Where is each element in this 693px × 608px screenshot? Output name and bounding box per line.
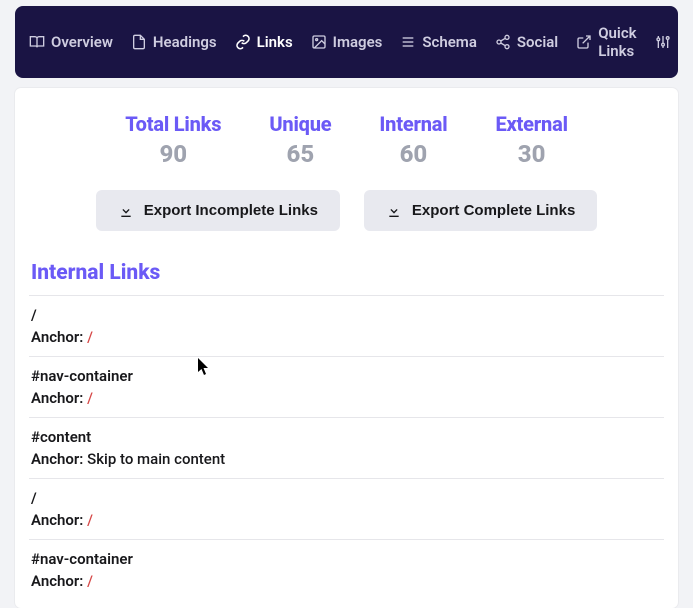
anchor-label: Anchor: xyxy=(31,389,87,407)
link-row: #content Anchor: Skip to main content xyxy=(29,417,664,478)
anchor-value: / xyxy=(87,572,93,590)
anchor-label: Anchor: xyxy=(31,328,87,346)
export-incomplete-button[interactable]: Export Incomplete Links xyxy=(96,190,340,231)
link-anchor-line: Anchor: / xyxy=(31,328,662,346)
stat-label: Total Links xyxy=(125,112,221,136)
anchor-value: / xyxy=(87,328,93,346)
anchor-label: Anchor: xyxy=(31,572,87,590)
top-nav-bar: Overview Headings Links Images Schema So… xyxy=(15,6,678,78)
stat-value: 90 xyxy=(125,140,221,168)
file-icon xyxy=(131,34,147,50)
link-url[interactable]: #nav-container xyxy=(31,367,662,385)
anchor-label: Anchor: xyxy=(31,450,87,468)
link-anchor-line: Anchor: Skip to main content xyxy=(31,450,662,468)
anchor-label: Anchor: xyxy=(31,511,87,529)
section-title-internal-links: Internal Links xyxy=(29,261,664,285)
share-icon xyxy=(495,34,511,50)
stat-value: 65 xyxy=(269,140,331,168)
button-label: Export Incomplete Links xyxy=(144,202,318,219)
link-anchor-line: Anchor: / xyxy=(31,511,662,529)
link-icon xyxy=(235,34,251,50)
book-open-icon xyxy=(29,34,45,50)
tab-label: Social xyxy=(517,33,558,51)
anchor-value: / xyxy=(87,511,93,529)
link-url[interactable]: #content xyxy=(31,428,662,446)
tab-schema[interactable]: Schema xyxy=(400,33,477,51)
internal-links-list: /Anchor: /#nav-containerAnchor: /#conten… xyxy=(29,295,664,600)
stats-row: Total Links 90 Unique 65 Internal 60 Ext… xyxy=(29,112,664,168)
link-row: #nav-container Anchor: / xyxy=(29,356,664,417)
stat-external: External 30 xyxy=(495,112,567,168)
link-url[interactable]: / xyxy=(31,489,662,507)
tab-label: Headings xyxy=(153,33,217,51)
stat-label: External xyxy=(495,112,567,136)
download-icon xyxy=(386,203,402,219)
stat-value: 30 xyxy=(495,140,567,168)
link-url[interactable]: / xyxy=(31,306,662,324)
tab-images[interactable]: Images xyxy=(311,33,383,51)
link-url[interactable]: #nav-container xyxy=(31,550,662,568)
stat-label: Unique xyxy=(269,112,331,136)
list-icon xyxy=(400,34,416,50)
tab-label: Links xyxy=(257,33,293,51)
tab-label: Images xyxy=(333,33,383,51)
tab-settings[interactable] xyxy=(655,34,671,50)
export-complete-button[interactable]: Export Complete Links xyxy=(364,190,597,231)
image-icon xyxy=(311,34,327,50)
link-row: /Anchor: / xyxy=(29,295,664,356)
tab-social[interactable]: Social xyxy=(495,33,558,51)
tab-label: Overview xyxy=(51,33,113,51)
main-content: Total Links 90 Unique 65 Internal 60 Ext… xyxy=(15,88,678,608)
stat-label: Internal xyxy=(379,112,447,136)
tab-quick-links[interactable]: Quick Links xyxy=(576,24,636,60)
export-row: Export Incomplete Links Export Complete … xyxy=(29,190,664,231)
link-anchor-line: Anchor: / xyxy=(31,572,662,590)
tab-overview[interactable]: Overview xyxy=(29,33,113,51)
stat-total-links: Total Links 90 xyxy=(125,112,221,168)
tab-label: Quick Links xyxy=(598,24,636,60)
anchor-value: / xyxy=(87,389,93,407)
stat-unique: Unique 65 xyxy=(269,112,331,168)
sliders-icon xyxy=(655,34,671,50)
tab-links[interactable]: Links xyxy=(235,33,293,51)
external-link-icon xyxy=(576,34,592,50)
link-row: #nav-container Anchor: / xyxy=(29,539,664,600)
stat-internal: Internal 60 xyxy=(379,112,447,168)
link-row: /Anchor: / xyxy=(29,478,664,539)
tab-label: Schema xyxy=(422,33,477,51)
tab-headings[interactable]: Headings xyxy=(131,33,217,51)
anchor-value: Skip to main content xyxy=(87,450,225,468)
stat-value: 60 xyxy=(379,140,447,168)
download-icon xyxy=(118,203,134,219)
button-label: Export Complete Links xyxy=(412,202,575,219)
link-anchor-line: Anchor: / xyxy=(31,389,662,407)
